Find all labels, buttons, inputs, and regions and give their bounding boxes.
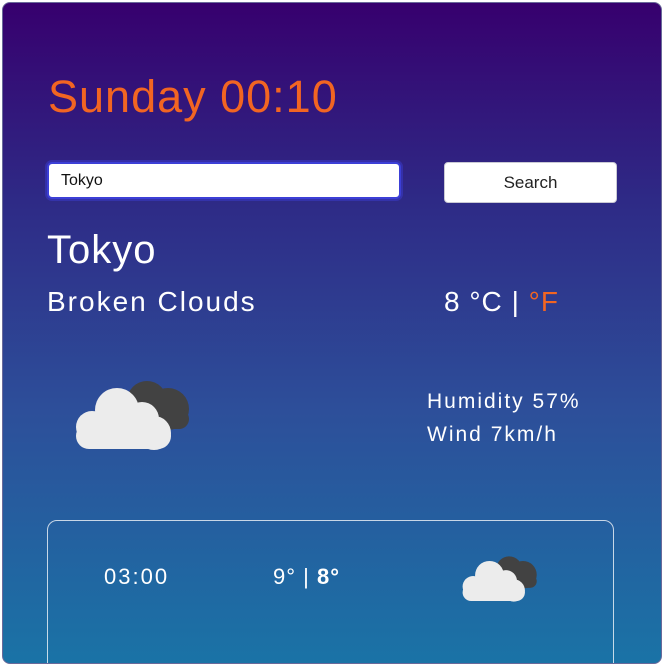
weather-app-card: Sunday 00:10 Search Tokyo Broken Clouds … [2,2,662,664]
humidity-value: 57% [532,390,581,413]
forecast-temp-separator: | [303,564,310,589]
unit-separator: | [511,286,520,317]
wind-value: 7km/h [490,423,558,446]
fahrenheit-unit-link[interactable]: °F [529,286,559,317]
forecast-time: 03:00 [104,564,170,589]
broken-clouds-icon [462,556,537,602]
forecast-panel: 03:00 9° | 8° [47,520,614,663]
weather-description: Broken Clouds [47,286,257,317]
humidity-row: Humidity 57% [427,385,581,418]
celsius-unit-link[interactable]: °C [469,286,502,317]
broken-clouds-icon [76,381,189,450]
humidity-label: Humidity [427,390,525,413]
wind-row: Wind 7km/h [427,418,581,451]
city-name: Tokyo [47,228,157,272]
current-temperature: 8 °C | °F [444,286,559,318]
temperature-value: 8 [444,286,461,317]
weather-details: Humidity 57% Wind 7km/h [427,385,581,451]
forecast-temp-max: 9° [273,564,297,589]
forecast-temperature: 9° | 8° [273,564,340,590]
city-search-input[interactable] [47,162,401,199]
current-datetime: Sunday 00:10 [48,71,338,122]
forecast-temp-min: 8° [317,564,341,589]
search-button[interactable]: Search [444,162,617,203]
wind-label: Wind [427,423,483,446]
